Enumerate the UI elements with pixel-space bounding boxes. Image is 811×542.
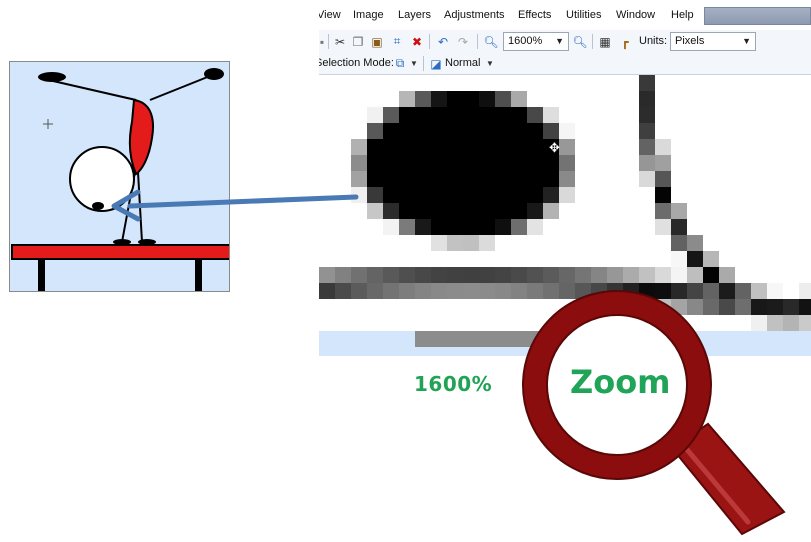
search-input[interactable]	[704, 7, 811, 25]
pixelated-image: ✥	[319, 75, 811, 356]
zoomed-canvas[interactable]: ✥	[319, 75, 811, 356]
blend-mode-icon[interactable]: ◪	[429, 55, 443, 72]
menu-effects[interactable]: Effects	[518, 9, 551, 21]
menu-adjustments[interactable]: Adjustments	[444, 9, 505, 21]
menu-help[interactable]: Help	[671, 9, 694, 21]
ruler-icon[interactable]: ┏	[617, 33, 633, 50]
menu-bar: View Image Layers Adjustments Effects Ut…	[319, 0, 811, 30]
zoom-word-label: Zoom	[570, 363, 671, 401]
cut-icon[interactable]: ✂	[332, 33, 348, 50]
tool-options-bar: Selection Mode: ⧉ ▼ ◪ Normal ▼	[319, 53, 811, 75]
deselect-icon[interactable]: ✖	[409, 33, 425, 50]
chevron-down-icon[interactable]: ▼	[485, 55, 495, 72]
save-icon[interactable]: ▪	[319, 33, 325, 50]
menu-window[interactable]: Window	[616, 9, 655, 21]
selection-mode-icon[interactable]: ⧉	[393, 55, 407, 72]
toolbar-separator	[429, 34, 430, 49]
redo-icon[interactable]: ↷	[455, 33, 471, 50]
move-cursor-icon: ✥	[549, 140, 560, 155]
toolbar-separator	[423, 56, 424, 71]
zoom-percent-label: 1600%	[414, 372, 493, 396]
main-toolbar: ▪ ✂ ❐ ▣ ⌗ ✖ ↶ ↷ 🔍︎ 1600% ▼ 🔍︎ ▦ ┏ Units:…	[319, 30, 811, 53]
copy-icon[interactable]: ❐	[350, 33, 366, 50]
chevron-down-icon: ▼	[742, 36, 751, 46]
chevron-down-icon: ▼	[555, 36, 564, 46]
menu-view[interactable]: View	[319, 9, 341, 21]
units-value: Pixels	[675, 35, 705, 47]
menu-layers[interactable]: Layers	[398, 9, 431, 21]
menu-image[interactable]: Image	[353, 9, 384, 21]
zoom-out-icon[interactable]: 🔍︎	[483, 33, 499, 50]
selection-mode-label: Selection Mode:	[319, 57, 394, 69]
stick-figure-illustration	[11, 68, 229, 291]
paint-app-window: View Image Layers Adjustments Effects Ut…	[319, 0, 811, 356]
toolbar-separator	[328, 34, 329, 49]
undo-icon[interactable]: ↶	[435, 33, 451, 50]
units-label: Units:	[639, 35, 668, 47]
crop-icon[interactable]: ⌗	[389, 33, 405, 50]
toolbar-separator	[477, 34, 478, 49]
paste-icon[interactable]: ▣	[369, 33, 385, 50]
pixel-grid	[319, 75, 811, 356]
blend-mode-value[interactable]: Normal	[445, 57, 480, 69]
thumbnail-image	[9, 61, 230, 292]
zoom-level-value: 1600%	[508, 35, 543, 47]
zoom-in-icon[interactable]: 🔍︎	[572, 33, 588, 50]
toolbar-separator	[592, 34, 593, 49]
chevron-down-icon[interactable]: ▼	[409, 55, 419, 72]
zoom-level-dropdown[interactable]: 1600% ▼	[503, 32, 569, 51]
menu-utilities[interactable]: Utilities	[566, 9, 601, 21]
grid-icon[interactable]: ▦	[598, 33, 612, 50]
units-dropdown[interactable]: Pixels ▼	[670, 32, 756, 51]
